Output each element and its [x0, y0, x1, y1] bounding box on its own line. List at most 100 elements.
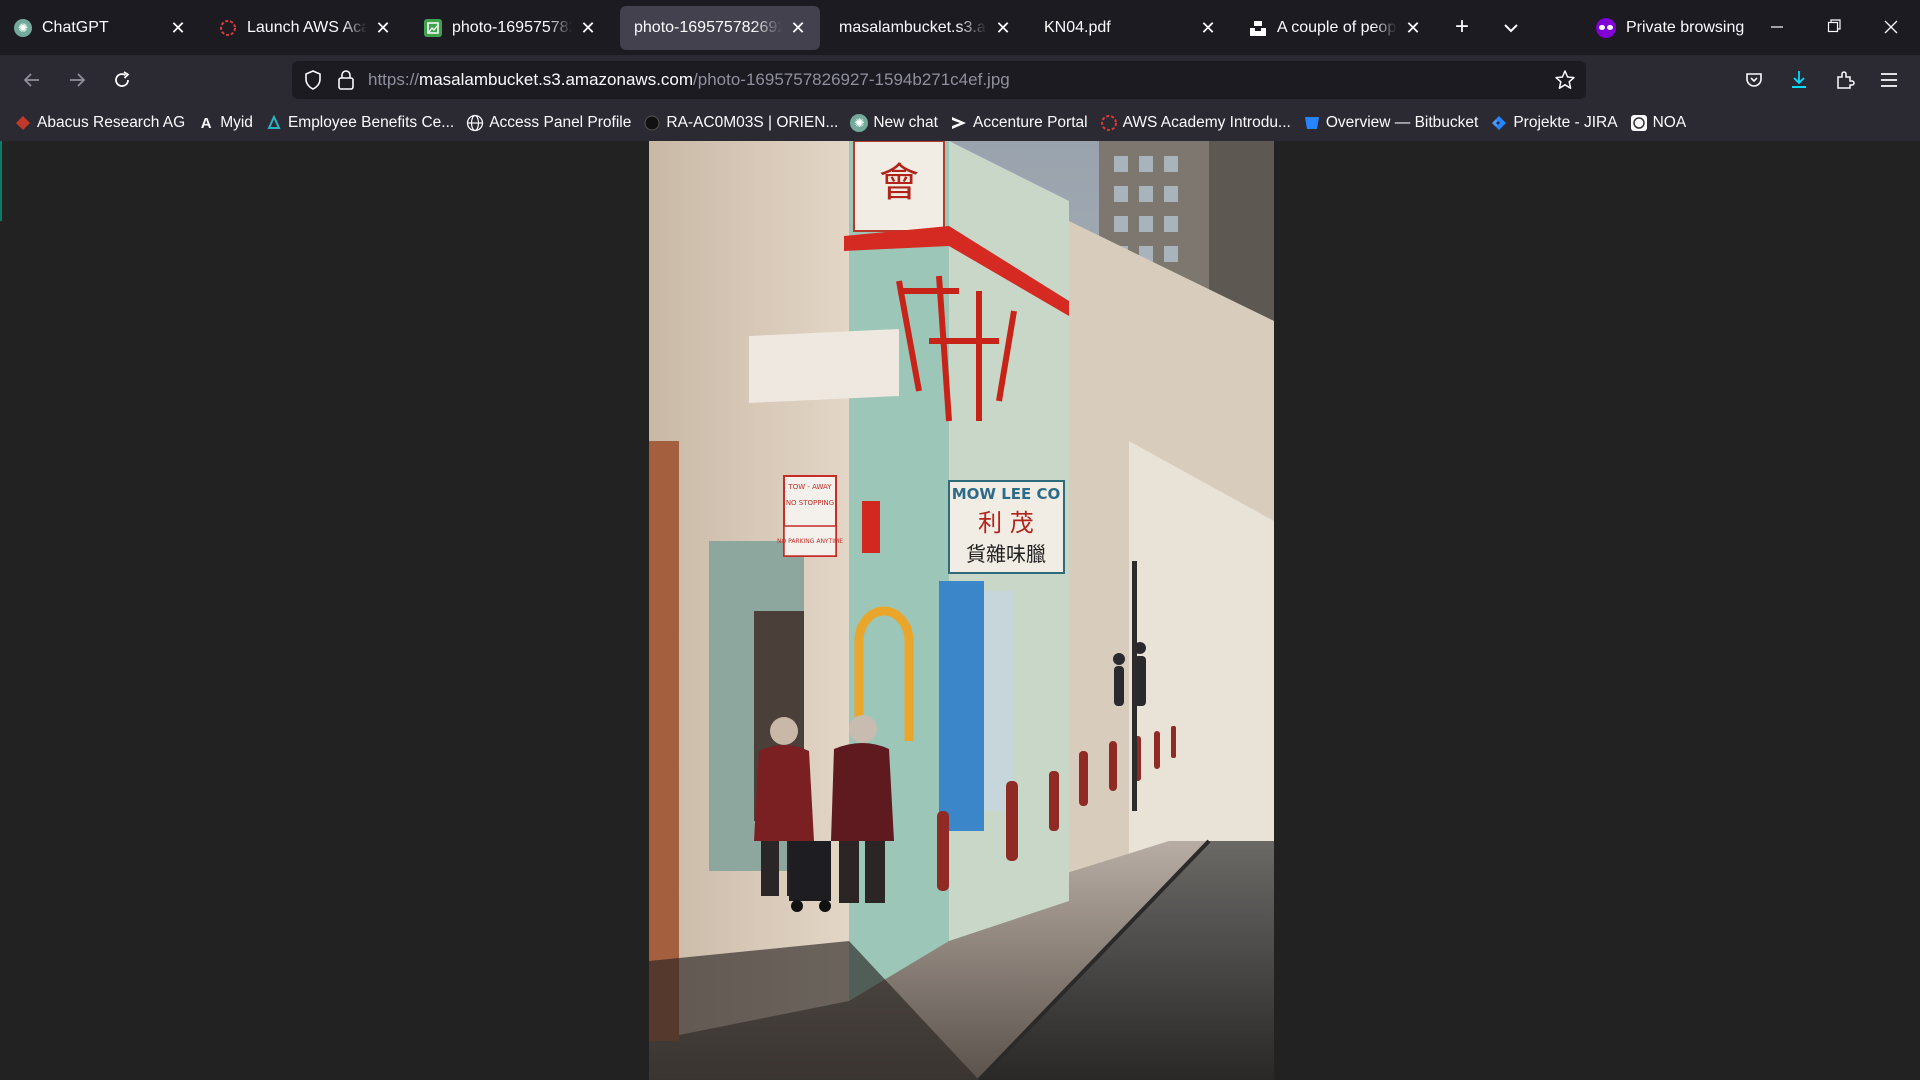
bookmark-access-panel[interactable]: Access Panel Profile	[466, 109, 631, 137]
close-icon	[1884, 20, 1898, 34]
bookmarks-toolbar: Abacus Research AG A Myid Employee Benef…	[0, 105, 1920, 141]
close-icon[interactable]: ✕	[373, 18, 393, 39]
bookmark-label: Myid	[220, 114, 253, 131]
bookmark-employee-benefits[interactable]: Employee Benefits Ce...	[265, 109, 454, 137]
bookmark-label: RA-AC0M03S | ORIEN...	[666, 114, 839, 131]
puzzle-icon	[1837, 71, 1855, 89]
sign-no-stopping: NO STOPPING	[786, 499, 834, 507]
bookmark-ra-ac0m03s[interactable]: RA-AC0M03S | ORIEN...	[643, 109, 838, 137]
tab-title: A couple of people	[1277, 19, 1397, 36]
bookmark-jira[interactable]: Projekte - JIRA	[1490, 109, 1618, 137]
private-browsing-label: Private browsing	[1626, 19, 1745, 36]
bookmark-label: Projekte - JIRA	[1513, 114, 1618, 131]
forward-arrow-icon	[70, 73, 86, 87]
bookmark-new-chat[interactable]: ✺ New chat	[850, 109, 938, 137]
sign-mow-lee-co: MOW LEE CO	[952, 485, 1060, 503]
navigation-toolbar: https://masalambucket.s3.amazonaws.com/p…	[0, 55, 1920, 105]
sign-mow-chinese-2: 貨雜味臘	[966, 542, 1046, 566]
bookmark-myid[interactable]: A Myid	[197, 109, 253, 137]
tab-strip: ✺ ChatGPT ✕ Launch AWS Academy ✕ photo-1…	[0, 0, 1920, 55]
forward-button[interactable]	[61, 64, 93, 96]
tab-photo-1[interactable]: photo-1695757826927 ✕	[410, 6, 610, 50]
hamburger-menu-icon	[1881, 73, 1897, 87]
minimize-button[interactable]	[1762, 12, 1792, 42]
bookmark-aws-academy[interactable]: AWS Academy Introdu...	[1100, 109, 1291, 137]
github-icon	[643, 114, 661, 132]
bookmark-abacus[interactable]: Abacus Research AG	[14, 109, 185, 137]
tab-photo-active[interactable]: photo-1695757826927- ✕	[620, 6, 820, 50]
minimize-icon	[1771, 26, 1783, 28]
close-icon[interactable]: ✕	[1403, 18, 1423, 39]
tab-title: Launch AWS Academy	[247, 19, 367, 36]
back-arrow-icon	[23, 73, 39, 87]
tab-chatgpt[interactable]: ✺ ChatGPT ✕	[0, 6, 200, 50]
bookmark-noa[interactable]: NOA	[1630, 109, 1687, 137]
bookmark-bitbucket[interactable]: Overview — Bitbucket	[1303, 109, 1478, 137]
image-file-icon	[424, 19, 442, 37]
bookmark-label: New chat	[873, 114, 938, 131]
street-photo[interactable]: 會 TOW - AWAY NO STOPPING NO PARKING ANYT…	[649, 141, 1274, 1080]
extensions-button[interactable]	[1829, 64, 1861, 96]
tab-title: ChatGPT	[42, 19, 109, 36]
bookmark-label: Abacus Research AG	[37, 114, 186, 131]
aws-academy-icon	[1100, 114, 1118, 132]
chevron-down-icon	[1504, 24, 1518, 33]
tab-couple-of-people[interactable]: A couple of people ✕	[1235, 6, 1435, 50]
close-icon[interactable]: ✕	[168, 18, 188, 39]
sign-big-char: 會	[879, 160, 919, 206]
sign-mow-chinese-1: 利 茂	[978, 509, 1034, 537]
tab-launch-aws[interactable]: Launch AWS Academy ✕	[205, 6, 405, 50]
close-icon[interactable]: ✕	[993, 18, 1013, 39]
bookmark-label: NOA	[1652, 114, 1687, 131]
bookmark-star-icon[interactable]	[1554, 69, 1576, 96]
bitbucket-icon	[1303, 114, 1321, 132]
url-host: masalambucket.s3.amazonaws.com	[419, 70, 694, 89]
pocket-button[interactable]	[1738, 64, 1770, 96]
chatgpt-icon: ✺	[850, 114, 869, 132]
bookmark-label: Access Panel Profile	[489, 114, 632, 131]
app-menu-button[interactable]	[1873, 64, 1905, 96]
close-icon[interactable]: ✕	[788, 18, 808, 39]
close-window-button[interactable]	[1876, 12, 1906, 42]
jira-icon	[1490, 114, 1508, 132]
tab-title: masalambucket.s3.amazonaws.com	[839, 19, 987, 36]
lock-icon[interactable]	[336, 69, 356, 96]
reload-button[interactable]	[106, 64, 138, 96]
back-button[interactable]	[16, 64, 48, 96]
bookmark-label: Accenture Portal	[972, 114, 1088, 131]
noa-icon	[1630, 114, 1648, 132]
private-browsing-icon	[1596, 18, 1616, 38]
pocket-icon	[1746, 73, 1762, 87]
url-scheme: https://	[368, 70, 420, 89]
tracking-protection-shield-icon[interactable]	[302, 69, 324, 96]
tab-masalambucket[interactable]: masalambucket.s3.amazonaws.com ✕	[825, 6, 1025, 50]
bookmark-label: Employee Benefits Ce...	[287, 114, 455, 131]
bookmark-accenture-portal[interactable]: Accenture Portal	[950, 109, 1088, 137]
aws-academy-icon	[219, 19, 237, 37]
reload-icon	[115, 71, 130, 87]
private-browsing-indicator: Private browsing	[1596, 14, 1744, 42]
close-icon[interactable]: ✕	[578, 18, 598, 39]
sign-no-parking: NO PARKING ANYTIME	[777, 538, 843, 545]
accenture-icon	[950, 114, 968, 132]
sign-tow-away: TOW - AWAY	[787, 483, 832, 491]
url-text[interactable]: https://masalambucket.s3.amazonaws.com/p…	[368, 70, 1010, 90]
downloads-button[interactable]	[1783, 64, 1815, 96]
address-bar[interactable]: https://masalambucket.s3.amazonaws.com/p…	[292, 61, 1586, 99]
myid-icon: A	[200, 114, 212, 132]
tab-title: photo-1695757826927-	[634, 19, 782, 36]
new-tab-button[interactable]: +	[1448, 14, 1476, 42]
sidebar-edge	[0, 141, 2, 221]
bookmark-label: AWS Academy Introdu...	[1122, 114, 1291, 131]
close-icon[interactable]: ✕	[1198, 18, 1218, 39]
globe-icon	[466, 114, 484, 132]
tab-title: KN04.pdf	[1044, 19, 1111, 36]
abacus-icon	[14, 114, 32, 132]
restore-button[interactable]	[1819, 12, 1849, 42]
tab-kn04[interactable]: KN04.pdf ✕	[1030, 6, 1230, 50]
unsplash-icon	[1249, 19, 1267, 37]
benefits-icon	[265, 114, 283, 132]
url-path: /photo-1695757826927-1594b271c4ef.jpg	[693, 70, 1010, 89]
bookmark-label: Overview — Bitbucket	[1325, 114, 1479, 131]
list-all-tabs-button[interactable]	[1497, 14, 1525, 42]
